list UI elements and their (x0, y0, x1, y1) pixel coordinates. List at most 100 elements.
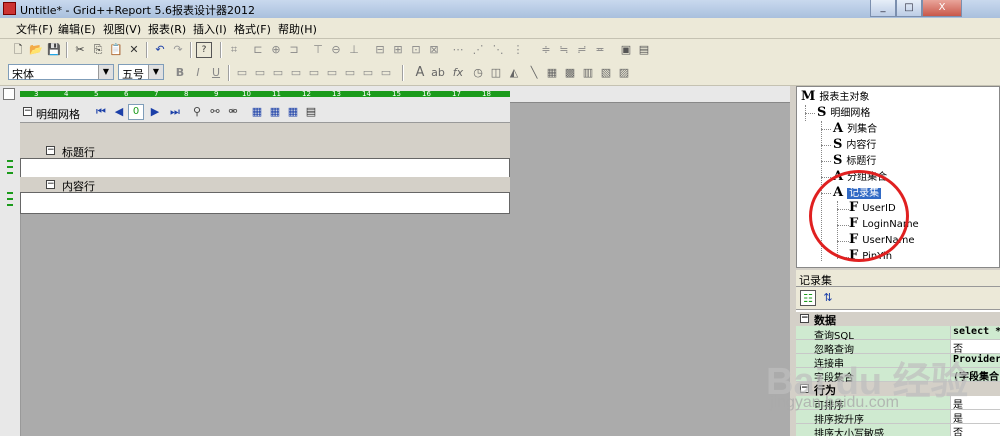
align-bottom-icon[interactable]: ⊥ (346, 42, 362, 58)
menu-file[interactable]: 文件(F) (16, 21, 53, 37)
bring-front-icon[interactable]: ▣ (618, 42, 634, 58)
menu-view[interactable]: 视图(V) (103, 21, 141, 37)
save-icon[interactable]: 💾 (46, 42, 62, 58)
next-page-icon[interactable]: ▶ (148, 105, 162, 119)
function-icon[interactable]: fx (450, 65, 466, 81)
chart-icon[interactable]: ▧ (598, 65, 614, 81)
italic-button[interactable]: I (190, 65, 206, 81)
font-name-select[interactable]: 宋体 ▼ (8, 64, 114, 81)
select-tool-icon[interactable]: ⌗ (226, 42, 242, 58)
content-row[interactable] (20, 192, 510, 214)
column-add-icon[interactable]: ⚲ (190, 105, 204, 119)
content-section-bar[interactable]: − 内容行 (20, 177, 510, 193)
grid-layout-3-icon[interactable]: ▦ (286, 105, 300, 119)
box-icon[interactable]: ▦ (544, 65, 560, 81)
paste-icon[interactable]: 📋 (108, 42, 124, 58)
space-horizontal-icon[interactable]: ⊠ (426, 42, 442, 58)
property-row[interactable]: 查询SQL select * (796, 326, 1000, 342)
text-align-right-icon[interactable]: ▭ (270, 65, 286, 81)
bold-button[interactable]: B (172, 65, 188, 81)
tree-node-columns[interactable]: A 列集合 (833, 120, 877, 136)
column-remove-icon[interactable]: ⚯ (208, 105, 222, 119)
text-justify-icon[interactable]: ▭ (342, 65, 358, 81)
vspace-increase-icon[interactable]: ≒ (556, 42, 572, 58)
space-increase-icon[interactable]: ⋰ (470, 42, 486, 58)
property-category-data[interactable]: − 数据 (796, 312, 1000, 327)
font-size-select[interactable]: 五号 ▼ (118, 64, 164, 81)
space-decrease-icon[interactable]: ⋱ (490, 42, 506, 58)
text-align-left-icon[interactable]: ▭ (234, 65, 250, 81)
line-icon[interactable]: ╲ (526, 65, 542, 81)
picture-icon[interactable]: ▩ (562, 65, 578, 81)
undo-icon[interactable]: ↶ (152, 42, 168, 58)
collapse-icon[interactable]: − (46, 180, 55, 189)
grid-layout-1-icon[interactable]: ▦ (250, 105, 264, 119)
shape-icon[interactable]: ◭ (506, 65, 522, 81)
send-back-icon[interactable]: ▤ (636, 42, 652, 58)
align-right-icon[interactable]: ⊐ (286, 42, 302, 58)
title-section-bar[interactable]: − 标题行 (20, 143, 510, 159)
maximize-button[interactable]: □ (896, 0, 922, 17)
help-icon[interactable]: ? (196, 42, 212, 58)
ruler-corner[interactable] (3, 88, 15, 100)
collapse-icon[interactable]: − (800, 314, 809, 323)
sort-alpha-icon[interactable]: ⇅ (820, 290, 836, 306)
collapse-icon[interactable]: − (46, 146, 55, 155)
delete-icon[interactable]: ✕ (126, 42, 142, 58)
grid-layout-2-icon[interactable]: ▦ (268, 105, 282, 119)
font-color-icon[interactable]: A (412, 65, 428, 81)
align-center-icon[interactable]: ⊕ (268, 42, 284, 58)
text-align-bottom-icon[interactable]: ▭ (324, 65, 340, 81)
vspace-equal-icon[interactable]: ≑ (538, 42, 554, 58)
barcode-icon[interactable]: ▥ (580, 65, 596, 81)
cut-icon[interactable]: ✂ (72, 42, 88, 58)
column-edit-icon[interactable]: ⚮ (226, 105, 240, 119)
align-middle-icon[interactable]: ⊖ (328, 42, 344, 58)
align-left-icon[interactable]: ⊏ (250, 42, 266, 58)
redo-icon[interactable]: ↷ (170, 42, 186, 58)
detail-grid-header[interactable]: − 明细网格 ⏮ ◀ 0 ▶ ⏭ ⚲ ⚯ ⚮ ▦ ▦ ▦ ▤ (20, 102, 510, 123)
clock-icon[interactable]: ◷ (470, 65, 486, 81)
prev-page-icon[interactable]: ◀ (112, 105, 126, 119)
last-page-icon[interactable]: ⏭ (168, 105, 182, 119)
categorized-icon[interactable]: ☷ (800, 290, 816, 306)
tree-node-title-row[interactable]: S 标题行 (833, 152, 876, 168)
page-number-field[interactable]: 0 (128, 104, 144, 120)
align-top-icon[interactable]: ⊤ (310, 42, 326, 58)
underline-button[interactable]: U (208, 65, 224, 81)
design-area[interactable]: 3 4 5 6 7 8 9 10 11 12 13 14 15 16 17 18… (0, 86, 790, 436)
same-width-icon[interactable]: ⊟ (372, 42, 388, 58)
vspace-remove-icon[interactable]: ≖ (592, 42, 608, 58)
vspace-decrease-icon[interactable]: ≓ (574, 42, 590, 58)
first-page-icon[interactable]: ⏮ (94, 105, 108, 119)
minimize-button[interactable]: _ (870, 0, 896, 17)
menu-format[interactable]: 格式(F) (234, 21, 271, 37)
ruler-number: 18 (482, 90, 491, 98)
open-folder-icon[interactable]: 📂 (28, 42, 44, 58)
grid-layout-4-icon[interactable]: ▤ (304, 105, 318, 119)
menu-insert[interactable]: 插入(I) (193, 21, 227, 37)
menu-report[interactable]: 报表(R) (148, 21, 186, 37)
collapse-icon[interactable]: − (23, 107, 32, 116)
font-size-grow-icon[interactable]: ab (430, 65, 446, 81)
text-wrap-icon[interactable]: ▭ (378, 65, 394, 81)
close-button[interactable]: X (922, 0, 962, 17)
image-icon[interactable]: ◫ (488, 65, 504, 81)
tree-connector (805, 113, 815, 114)
subreport-icon[interactable]: ▨ (616, 65, 632, 81)
tree-node-content-row[interactable]: S 内容行 (833, 136, 876, 152)
tree-node-detail-grid[interactable]: S 明细网格 (817, 104, 870, 120)
space-equal-icon[interactable]: ⋯ (450, 42, 466, 58)
text-align-top-icon[interactable]: ▭ (288, 65, 304, 81)
new-file-icon[interactable]: 🗋 (10, 42, 26, 58)
menu-help[interactable]: 帮助(H) (278, 21, 317, 37)
same-size-icon[interactable]: ⊡ (408, 42, 424, 58)
tree-node-report[interactable]: M 报表主对象 (801, 88, 869, 104)
space-remove-icon[interactable]: ⋮ (510, 42, 526, 58)
same-height-icon[interactable]: ⊞ (390, 42, 406, 58)
menu-edit[interactable]: 编辑(E) (58, 21, 96, 37)
text-distribute-icon[interactable]: ▭ (360, 65, 376, 81)
text-align-middle-icon[interactable]: ▭ (306, 65, 322, 81)
copy-icon[interactable]: ⎘ (90, 42, 106, 58)
text-align-center-icon[interactable]: ▭ (252, 65, 268, 81)
